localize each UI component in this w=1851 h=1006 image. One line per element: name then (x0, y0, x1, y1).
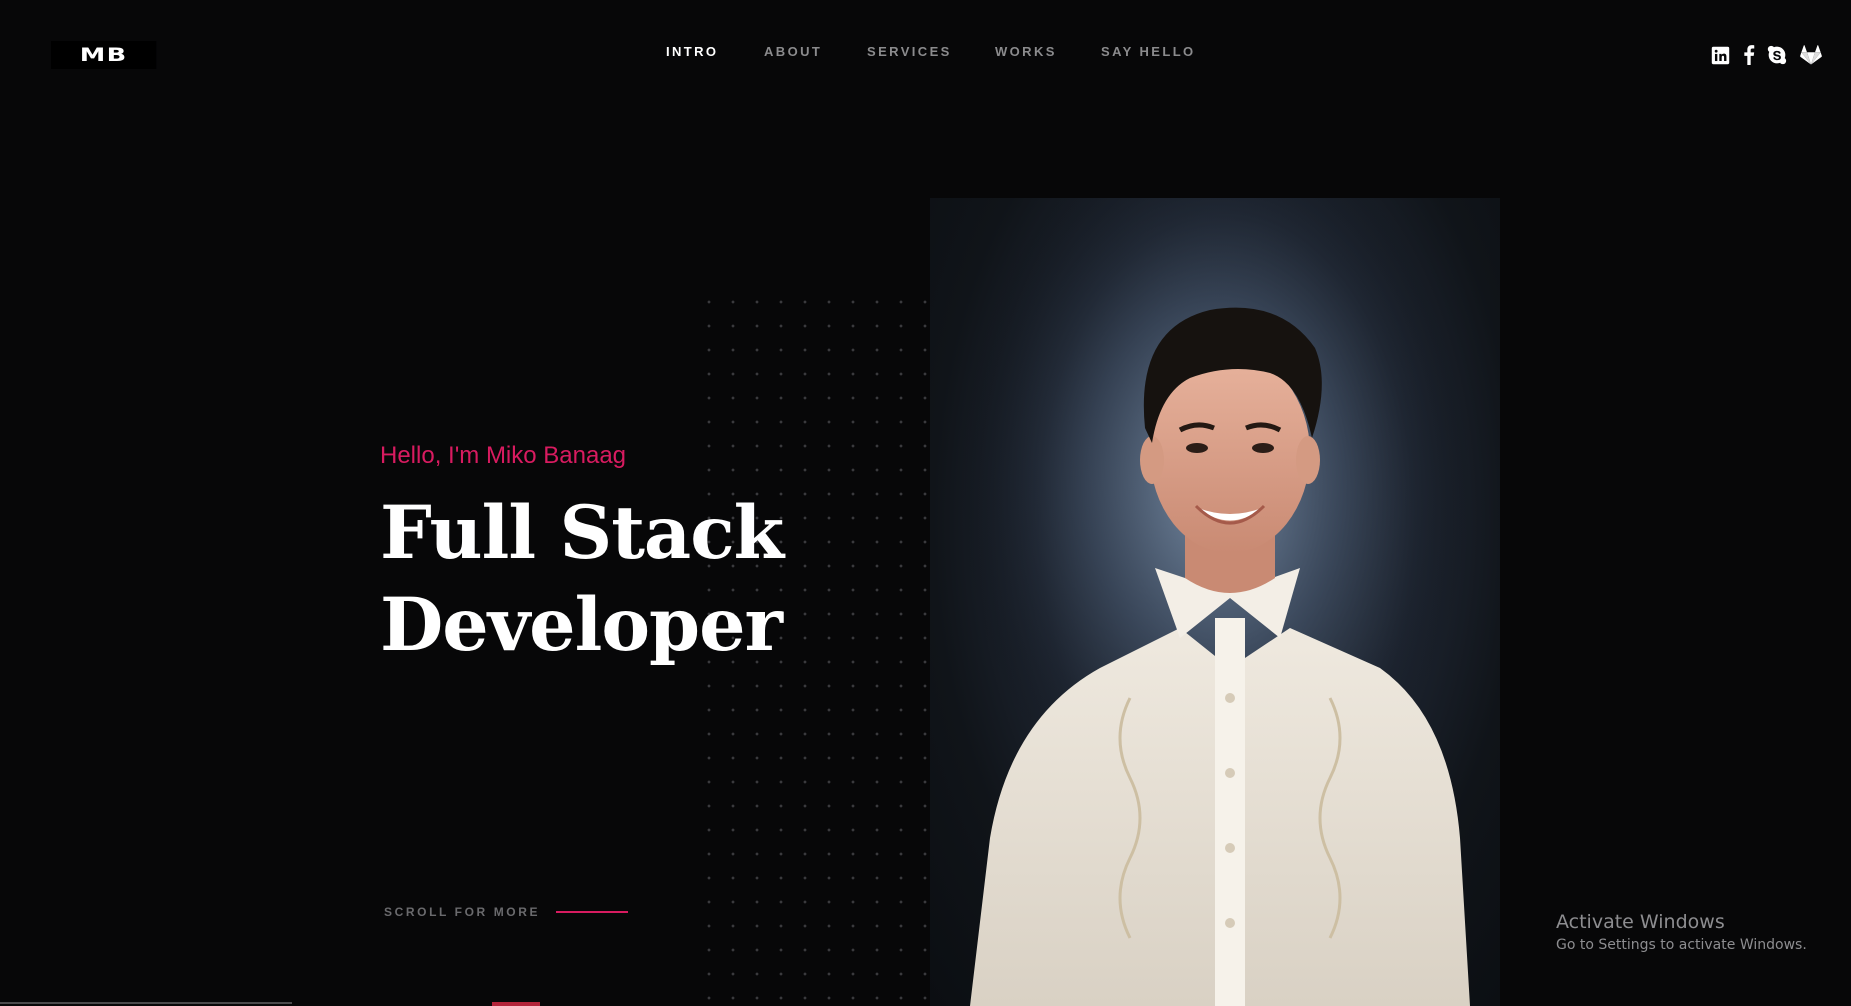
page: MB INTRO ABOUT SERVICES WORKS SAY HELLO (0, 0, 1851, 1006)
scroll-for-more-link[interactable]: SCROLL FOR MORE (384, 905, 629, 919)
hero-greeting: Hello, I'm Miko Banaag (380, 442, 627, 469)
scroll-accent-line (556, 911, 629, 913)
hero-title-line-1: Full Stack (380, 490, 784, 576)
nav-item-say-hello[interactable]: SAY HELLO (1101, 44, 1196, 59)
nav-item-works[interactable]: WORKS (995, 44, 1057, 59)
hero-title: Full Stack Developer (380, 487, 784, 671)
nav-item-intro[interactable]: INTRO (666, 44, 718, 59)
facebook-icon[interactable] (1738, 44, 1760, 66)
profile-photo (930, 198, 1500, 1006)
watermark-title: Activate Windows (1556, 911, 1725, 933)
portrait-illustration (930, 198, 1500, 1006)
gitlab-icon[interactable] (1800, 44, 1822, 66)
linkedin-icon[interactable] (1709, 44, 1731, 66)
windows-activation-watermark: Activate Windows Go to Settings to activ… (1556, 910, 1807, 955)
watermark-subtitle: Go to Settings to activate Windows. (1556, 937, 1807, 953)
nav-item-services[interactable]: SERVICES (867, 44, 952, 59)
bottom-scroll-track (0, 1002, 292, 1004)
hero-title-line-2: Developer (380, 582, 783, 668)
nav-item-about[interactable]: ABOUT (764, 44, 822, 59)
bottom-accent-bar (492, 1002, 540, 1006)
main-nav: INTRO ABOUT SERVICES WORKS SAY HELLO (0, 44, 1851, 64)
skype-icon[interactable] (1766, 44, 1788, 66)
scroll-for-more-label: SCROLL FOR MORE (384, 905, 541, 919)
